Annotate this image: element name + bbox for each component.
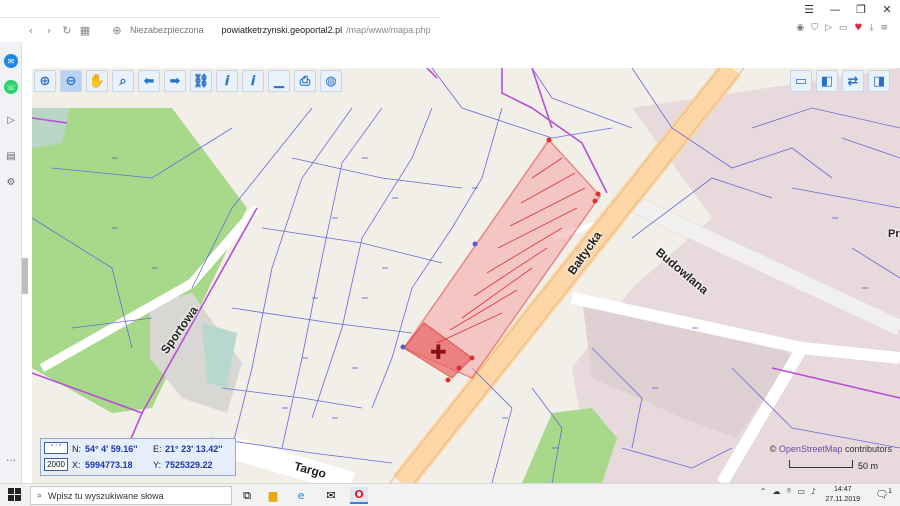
reload-icon[interactable]: ↻ xyxy=(58,24,76,37)
send-arrow-icon[interactable]: ▷ xyxy=(5,114,17,126)
x-label: X: xyxy=(72,460,81,470)
heart-icon[interactable]: ♥ xyxy=(854,23,862,33)
browser-sidebar: ✉ ☏ ▷ ▤ ⚙ … xyxy=(0,42,22,483)
n-label: N: xyxy=(72,444,81,454)
messenger-icon[interactable]: ✉ xyxy=(4,54,18,68)
scrollbar[interactable] xyxy=(22,258,28,294)
back-icon[interactable]: ‹ xyxy=(22,24,40,37)
edge-icon[interactable]: e xyxy=(292,487,310,504)
x-value: 5994773.18 xyxy=(85,460,133,470)
maximize-button[interactable]: ❐ xyxy=(848,0,874,18)
security-label: Niezabezpieczona xyxy=(130,25,204,35)
print-icon[interactable]: ⎙ xyxy=(294,70,316,92)
more-icon[interactable]: … xyxy=(5,452,17,464)
notification-center-icon[interactable]: 🗨1 xyxy=(875,488,892,500)
easy-setup-icon[interactable]: ☰ xyxy=(796,0,822,18)
volume-icon[interactable]: ♪ xyxy=(811,487,816,496)
opera-icon[interactable]: O xyxy=(350,487,368,504)
minimize-button[interactable]: — xyxy=(822,0,848,18)
window-titlebar: ☰ — ❐ ✕ xyxy=(0,0,900,18)
windows-start-icon[interactable] xyxy=(8,488,22,502)
layout-right-icon[interactable]: ◨ xyxy=(868,70,890,92)
zoom-box-icon[interactable]: ⌕ xyxy=(112,70,134,92)
link-icon[interactable]: ⛓ xyxy=(190,70,212,92)
mail-icon[interactable]: ✉ xyxy=(322,487,340,504)
map-attribution: © OpenStreetMap contributors xyxy=(770,444,892,454)
e-value: 21° 23' 13.42'' xyxy=(165,444,223,454)
n-value: 54° 4' 59.16'' xyxy=(85,444,138,454)
copyright-icon: © xyxy=(769,444,777,454)
layout-left-icon[interactable]: ◧ xyxy=(816,70,838,92)
y-value: 7525329.22 xyxy=(165,460,213,470)
clock-date: 27.11.2019 xyxy=(825,496,860,503)
info-document-icon[interactable]: 𝒊 xyxy=(242,70,264,92)
taskbar-search[interactable]: ⌕ Wpisz tu wyszukiwane słowa xyxy=(30,486,232,505)
coordinate-system-button[interactable]: 2000 xyxy=(44,458,68,471)
zoom-in-icon[interactable]: ⊕ xyxy=(34,70,56,92)
news-icon[interactable]: ▤ xyxy=(5,150,17,162)
window-controls: ☰ — ❐ ✕ xyxy=(796,0,900,18)
taskbar: ⌕ Wpisz tu wyszukiwane słowa ⧉ ▆ e ✉ O ⌃… xyxy=(0,483,900,506)
scale-label: 50 m xyxy=(858,461,879,471)
whatsapp-icon[interactable]: ☏ xyxy=(4,80,18,94)
search-icon: ⌕ xyxy=(37,490,43,501)
address-bar-actions: ◉ ⛉ ▷ ▭ ♥ ⤓ ≡ xyxy=(796,23,888,33)
camera-icon[interactable]: ◉ xyxy=(796,23,804,33)
info-icon[interactable]: 𝒊 xyxy=(216,70,238,92)
pan-hand-icon[interactable]: ✋ xyxy=(86,70,108,92)
map-svg: ✚ xyxy=(32,68,900,483)
menu-icon[interactable]: ≡ xyxy=(880,23,888,33)
cloud-icon[interactable]: ☁ xyxy=(773,487,781,496)
close-button[interactable]: ✕ xyxy=(874,0,900,18)
road-label-truncated: Pr xyxy=(888,228,900,240)
shield-icon[interactable]: ⛉ xyxy=(811,23,818,33)
system-tray: ⌃ ☁ ⌾ ▭ ♪ xyxy=(760,486,816,496)
attribution-suffix: contributors xyxy=(844,444,892,454)
globe-icon: ⊕ xyxy=(112,23,122,37)
zoom-out-icon[interactable]: ⊖ xyxy=(60,70,82,92)
y-label: Y: xyxy=(153,460,162,470)
arrow-right-icon[interactable]: ➡ xyxy=(164,70,186,92)
scale-bar xyxy=(789,460,853,468)
wallet-icon[interactable]: ▭ xyxy=(839,23,848,33)
ruler-icon[interactable]: ▁ xyxy=(268,70,290,92)
url-path: /map/www/mapa.php xyxy=(346,25,431,35)
coordinates-panel: ° ' " 2000 N: 54° 4' 59.16'' E: 21° 23' … xyxy=(40,438,236,476)
address-bar: ‹ › ↻ ▦ ⊕ Niezabezpieczona powiatketrzyn… xyxy=(22,18,900,42)
export-icon[interactable]: ⇄ xyxy=(842,70,864,92)
globe-icon[interactable]: ◍ xyxy=(320,70,342,92)
clock-time: 14:47 xyxy=(833,486,852,493)
send-icon[interactable]: ▷ xyxy=(825,23,832,33)
settings-icon[interactable]: ⚙ xyxy=(5,176,17,188)
svg-text:✚: ✚ xyxy=(430,340,447,364)
system-clock[interactable]: 14:47 27.11.2019 xyxy=(825,485,860,505)
network-icon[interactable]: ⌾ xyxy=(787,486,792,496)
layout-top-icon[interactable]: ▭ xyxy=(790,70,812,92)
layout-toolbar: ▭ ◧ ⇄ ◨ xyxy=(790,70,890,92)
battery-icon[interactable]: ▭ xyxy=(797,487,805,496)
url-host: powiatketrzynski.geoportal2.pl xyxy=(221,25,343,35)
notification-count: 1 xyxy=(888,488,892,495)
map-canvas[interactable]: ✚ Bałtycka Budowlana Sportowa Targo Pr xyxy=(32,68,900,483)
search-placeholder: Wpisz tu wyszukiwane słowa xyxy=(48,490,164,501)
forward-icon[interactable]: › xyxy=(40,24,58,37)
arrow-left-icon[interactable]: ⬅ xyxy=(138,70,160,92)
tabs-icon[interactable]: ▦ xyxy=(76,24,94,37)
file-explorer-icon[interactable]: ▆ xyxy=(264,487,282,504)
tab-strip[interactable] xyxy=(0,0,440,18)
units-toggle-button[interactable]: ° ' " xyxy=(44,442,68,454)
task-view-icon[interactable]: ⧉ xyxy=(238,487,256,504)
e-label: E: xyxy=(153,444,162,454)
url-field[interactable]: ⊕ Niezabezpieczona powiatketrzynski.geop… xyxy=(108,23,431,37)
map-toolbar: ⊕ ⊖ ✋ ⌕ ⬅ ➡ ⛓ 𝒊 𝒊 ▁ ⎙ ◍ xyxy=(34,70,342,92)
chevron-up-icon[interactable]: ⌃ xyxy=(760,487,767,496)
osm-link[interactable]: OpenStreetMap xyxy=(779,444,843,454)
download-icon[interactable]: ⤓ xyxy=(869,23,873,33)
